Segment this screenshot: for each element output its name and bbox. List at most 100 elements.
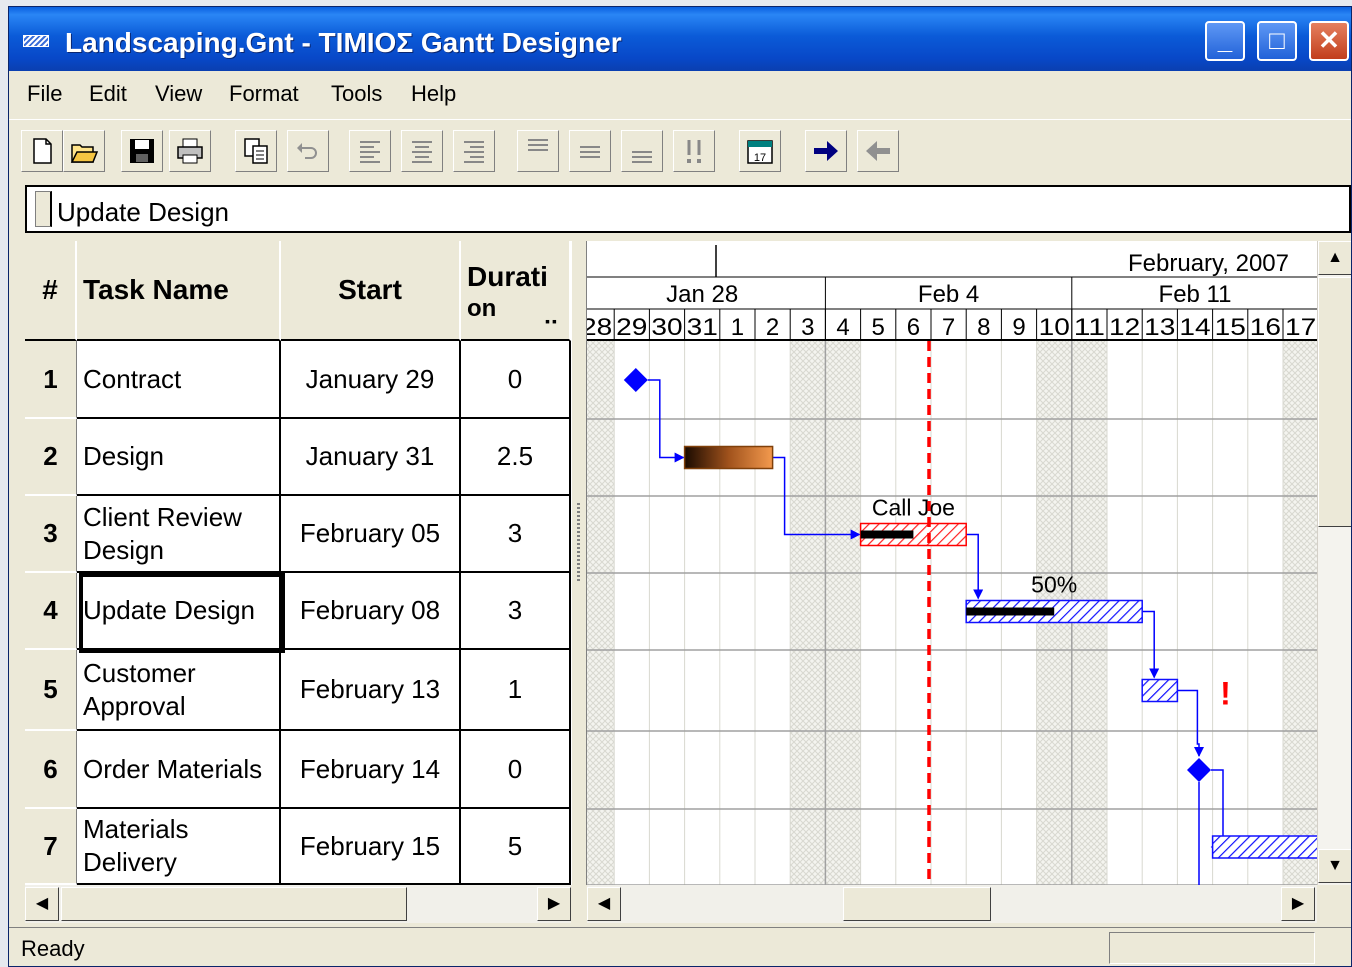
duration-cell[interactable]: 0 [461,731,571,809]
gantt-vertical-scrollbar[interactable]: ▲ ▼ [1317,241,1351,885]
gantt-scroll-thumb[interactable] [843,887,991,921]
row-header[interactable]: 6 [25,731,77,809]
column-header-task-name[interactable]: Task Name [77,241,281,341]
align-center-button[interactable] [401,130,443,172]
menu-bar: File Edit View Format Tools Help [9,71,1351,117]
day-label: 14 [1179,314,1210,341]
day-label: 12 [1109,314,1140,341]
close-button[interactable]: ✕ [1309,21,1349,61]
menu-edit[interactable]: Edit [89,81,127,107]
calendar-button[interactable]: 17 [739,130,781,172]
row-header[interactable]: 5 [25,650,77,731]
menu-view[interactable]: View [155,81,202,107]
day-label: 13 [1144,314,1175,341]
dependency-link [1142,610,1160,679]
critical-path-button[interactable] [673,130,715,172]
start-cell[interactable]: January 31 [281,419,461,496]
grid-horizontal-scrollbar[interactable]: ◀ ▶ [25,885,571,923]
minimize-icon: _ [1217,25,1233,55]
gantt-chart-svg: February, 2007Jan 28Feb 4Feb 11282930311… [587,241,1317,885]
task-name-cell[interactable]: Design [77,419,281,496]
task-name-cell[interactable]: Customer Approval [77,650,281,731]
menu-help[interactable]: Help [411,81,456,107]
grid-scroll-right-button[interactable]: ▶ [537,887,571,921]
weekend-shading [587,341,615,885]
row-header[interactable]: 1 [25,341,77,419]
align-left-button[interactable] [349,130,391,172]
title-bar[interactable]: Landscaping.Gnt - ΤΙΜΙΟΣ Gantt Designer … [9,7,1351,71]
task-name-cell[interactable]: Contract [77,341,281,419]
column-header-number[interactable]: # [25,241,77,341]
indent-button[interactable] [805,130,847,172]
gantt-chart[interactable]: February, 2007Jan 28Feb 4Feb 11282930311… [587,241,1317,885]
column-header-start[interactable]: Start [281,241,461,341]
save-button[interactable] [121,130,163,172]
gantt-horizontal-scrollbar[interactable]: ◀ ▶ [587,885,1317,923]
copy-button[interactable] [235,130,277,172]
duration-cell[interactable]: 5 [461,809,571,885]
dependency-link [966,533,984,600]
align-right-button[interactable] [453,130,495,172]
vertical-scroll-thumb[interactable] [1318,277,1351,527]
row-header[interactable]: 7 [25,809,77,885]
milestone-diamond [623,368,648,392]
start-cell[interactable]: February 14 [281,731,461,809]
open-button[interactable] [63,130,105,172]
scroll-down-button[interactable]: ▼ [1318,849,1351,883]
duration-cell[interactable]: 3 [461,573,571,650]
outdent-button[interactable] [857,130,899,172]
align-top-button[interactable] [517,130,559,172]
print-button[interactable] [169,130,211,172]
grid-scroll-left-button[interactable]: ◀ [25,887,59,921]
new-button[interactable] [21,130,63,172]
task-name-cell[interactable]: Update Design [77,573,281,650]
grid-scroll-thumb[interactable] [61,887,407,921]
row-header[interactable]: 4 [25,573,77,650]
day-label: 3 [801,314,814,341]
day-label: 9 [1012,314,1025,341]
start-cell[interactable]: February 05 [281,496,461,573]
start-cell[interactable]: February 15 [281,809,461,885]
start-cell[interactable]: February 13 [281,650,461,731]
row-header[interactable]: 3 [25,496,77,573]
column-header-start-label: Start [338,274,402,305]
scroll-up-button[interactable]: ▲ [1318,241,1351,275]
task-name-cell[interactable]: Client Review Design [77,496,281,573]
column-header-duration[interactable]: Durati on ▪▪ [461,241,571,341]
scroll-down-icon: ▼ [1327,857,1343,874]
duration-cell[interactable]: 1 [461,650,571,731]
duration-cell[interactable]: 2.5 [461,419,571,496]
maximize-icon: □ [1269,25,1285,55]
duration-cell[interactable]: 3 [461,496,571,573]
align-bottom-button[interactable] [621,130,663,172]
undo-button[interactable] [287,130,329,172]
progress-bar [966,607,1055,616]
maximize-button[interactable]: □ [1257,21,1297,61]
open-icon [70,144,99,163]
align-middle-button[interactable] [569,130,611,172]
duration-cell[interactable]: 0 [461,341,571,419]
day-label: 5 [872,314,885,341]
menu-format[interactable]: Format [229,81,299,107]
day-label: 11 [1074,314,1105,341]
align-bottom-icon [632,151,652,163]
toolbar: 17 [9,119,1351,182]
weekend-shading [825,341,861,885]
warning-flag: ! [1220,676,1231,712]
row-header[interactable]: 2 [25,419,77,496]
menu-tools[interactable]: Tools [331,81,382,107]
align-middle-icon [580,146,600,158]
pane-splitter[interactable] [571,241,587,885]
task-name-cell[interactable]: Materials Delivery [77,809,281,885]
task-name-cell[interactable]: Order Materials [77,731,281,809]
gantt-scroll-right-button[interactable]: ▶ [1281,887,1315,921]
week-label: Feb 4 [918,281,979,308]
minimize-button[interactable]: _ [1205,21,1245,61]
gantt-scroll-left-button[interactable]: ◀ [587,887,621,921]
menu-file[interactable]: File [27,81,62,107]
task-name-editor[interactable]: Update Design [25,185,1351,233]
start-cell[interactable]: February 08 [281,573,461,650]
start-cell[interactable]: January 29 [281,341,461,419]
day-label: 8 [977,314,990,341]
day-label: 2 [766,314,779,341]
